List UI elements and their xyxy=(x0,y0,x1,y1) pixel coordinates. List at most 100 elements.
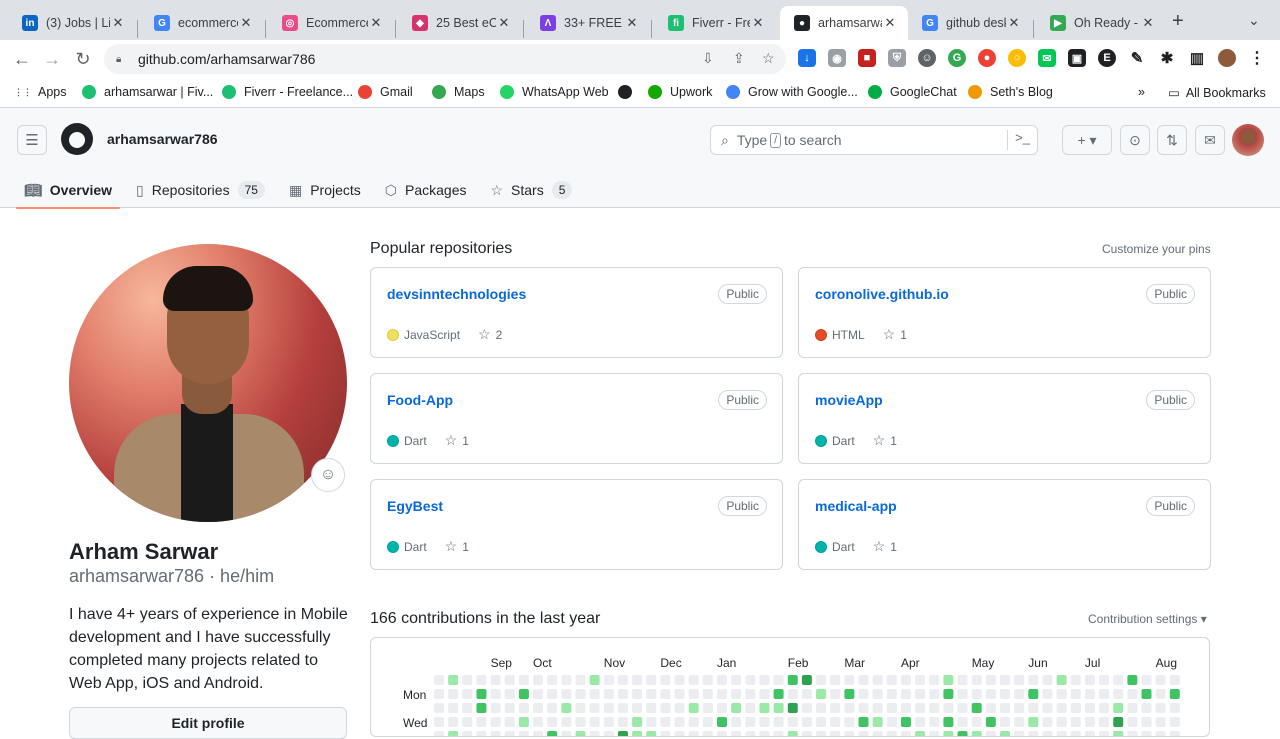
contribution-day[interactable] xyxy=(915,675,926,685)
contribution-day[interactable] xyxy=(674,675,685,685)
star-icon[interactable]: ☆ xyxy=(445,538,458,555)
contribution-day[interactable] xyxy=(1056,731,1067,737)
contribution-day[interactable] xyxy=(632,689,643,699)
contribution-day[interactable] xyxy=(646,731,657,737)
contribution-day[interactable] xyxy=(589,731,600,737)
contribution-day[interactable] xyxy=(929,689,940,699)
contribution-day[interactable] xyxy=(773,731,784,737)
contribution-day[interactable] xyxy=(858,731,869,737)
contribution-day[interactable] xyxy=(533,703,544,713)
contribution-day[interactable] xyxy=(1155,689,1166,699)
contribution-day[interactable] xyxy=(745,717,756,727)
download-extension-icon[interactable]: ↓ xyxy=(798,49,816,67)
contribution-day[interactable] xyxy=(717,689,727,699)
contribution-day[interactable] xyxy=(490,731,501,737)
bookmark-item[interactable]: GoogleChat xyxy=(868,85,957,99)
contribution-day[interactable] xyxy=(731,731,742,737)
contribution-day[interactable] xyxy=(1014,703,1025,713)
contribution-day[interactable] xyxy=(957,703,968,713)
contribution-day[interactable] xyxy=(688,675,699,685)
back-button[interactable]: ← xyxy=(12,49,32,70)
contribution-day[interactable] xyxy=(830,717,841,727)
contribution-day[interactable] xyxy=(731,703,742,713)
browser-tab[interactable]: ● arhamsarwa ✕ xyxy=(780,6,908,40)
profile-avatar-icon[interactable] xyxy=(1218,49,1236,67)
contribution-day[interactable] xyxy=(787,717,798,727)
contribution-day[interactable] xyxy=(915,731,926,737)
contribution-day[interactable] xyxy=(632,675,643,685)
contribution-day[interactable] xyxy=(971,689,982,699)
contribution-day[interactable] xyxy=(816,675,827,685)
contribution-day[interactable] xyxy=(1127,731,1138,737)
contribution-day[interactable] xyxy=(448,703,459,713)
contribution-day[interactable] xyxy=(886,717,897,727)
close-tab-icon[interactable]: ✕ xyxy=(1006,15,1022,31)
contribution-day[interactable] xyxy=(1141,675,1152,685)
contribution-day[interactable] xyxy=(929,717,940,727)
contribution-day[interactable] xyxy=(844,703,855,713)
contribution-day[interactable] xyxy=(816,731,827,737)
contribution-day[interactable] xyxy=(943,703,954,713)
contribution-day[interactable] xyxy=(985,689,996,699)
hamburger-menu-icon[interactable]: ☰ xyxy=(17,125,47,155)
contribution-day[interactable] xyxy=(533,675,544,685)
close-tab-icon[interactable]: ✕ xyxy=(368,15,384,31)
contribution-day[interactable] xyxy=(1042,731,1053,737)
contribution-day[interactable] xyxy=(971,717,982,727)
repo-star-count[interactable]: 1 xyxy=(890,434,897,448)
bookmark-item[interactable]: Seth's Blog xyxy=(968,85,1053,99)
address-bar[interactable]: 🔒︎ github.com/arhamsarwar786 ⇩ ⇪ ☆ xyxy=(104,44,786,74)
contribution-day[interactable] xyxy=(759,717,770,727)
bookmark-item[interactable]: arhamsarwar | Fiv... xyxy=(82,85,213,99)
contribution-day[interactable] xyxy=(674,731,685,737)
contribution-day[interactable] xyxy=(900,717,911,727)
contribution-day[interactable] xyxy=(660,689,671,699)
bookmark-item[interactable]: WhatsApp Web xyxy=(500,85,609,99)
contribution-day[interactable] xyxy=(872,731,883,737)
contribution-day[interactable] xyxy=(844,731,855,737)
e-extension-icon[interactable]: E xyxy=(1098,49,1116,67)
contribution-day[interactable] xyxy=(801,703,812,713)
repo-name-link[interactable]: movieApp xyxy=(815,392,883,408)
contribution-day[interactable] xyxy=(1099,717,1110,727)
contribution-day[interactable] xyxy=(1084,689,1095,699)
contribution-day[interactable] xyxy=(504,675,515,685)
user-avatar[interactable] xyxy=(1232,124,1264,156)
contribution-day[interactable] xyxy=(731,689,742,699)
contribution-day[interactable] xyxy=(518,689,529,699)
contribution-day[interactable] xyxy=(787,731,798,737)
contribution-day[interactable] xyxy=(985,675,996,685)
contribution-day[interactable] xyxy=(1056,703,1067,713)
contribution-day[interactable] xyxy=(872,717,883,727)
contribution-day[interactable] xyxy=(1155,731,1166,737)
contribution-day[interactable] xyxy=(434,703,444,713)
contribution-day[interactable] xyxy=(943,675,954,685)
repo-name-link[interactable]: devsinntechnologies xyxy=(387,286,526,302)
contribution-day[interactable] xyxy=(702,731,713,737)
contribution-day[interactable] xyxy=(688,703,699,713)
contribution-day[interactable] xyxy=(434,717,444,727)
contribution-day[interactable] xyxy=(1028,703,1039,713)
contribution-day[interactable] xyxy=(985,703,996,713)
new-tab-button[interactable]: + xyxy=(1172,10,1184,33)
close-tab-icon[interactable]: ✕ xyxy=(624,15,640,31)
repo-star-count[interactable]: 1 xyxy=(890,540,897,554)
contribution-day[interactable] xyxy=(617,703,628,713)
contribution-day[interactable] xyxy=(830,689,841,699)
forward-button[interactable]: → xyxy=(42,49,62,70)
contribution-day[interactable] xyxy=(547,731,558,737)
contribution-day[interactable] xyxy=(603,703,614,713)
contribution-day[interactable] xyxy=(547,675,558,685)
pull-requests-icon[interactable]: ⇅ xyxy=(1157,125,1187,155)
contribution-day[interactable] xyxy=(504,689,515,699)
contribution-day[interactable] xyxy=(1056,689,1067,699)
contribution-day[interactable] xyxy=(717,731,727,737)
contribution-day[interactable] xyxy=(448,689,459,699)
contribution-day[interactable] xyxy=(688,717,699,727)
contribution-day[interactable] xyxy=(957,731,968,737)
contribution-day[interactable] xyxy=(801,689,812,699)
chat-extension-icon[interactable]: ✉ xyxy=(1038,49,1056,67)
contribution-day[interactable] xyxy=(801,675,812,685)
contribution-day[interactable] xyxy=(943,717,954,727)
contribution-day[interactable] xyxy=(1127,689,1138,699)
